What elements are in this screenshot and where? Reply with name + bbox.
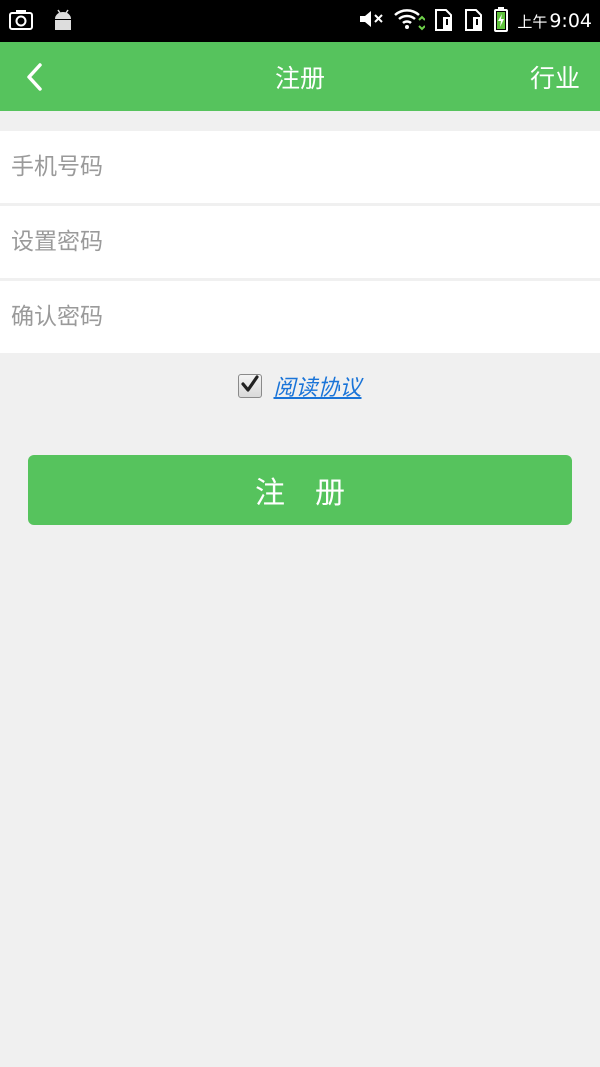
sim-card-1-icon [433,6,455,36]
industry-button[interactable]: 行业 [530,59,580,95]
app-bar: 注册 行业 [0,42,600,111]
phone-input[interactable] [11,154,571,180]
android-icon [50,7,76,37]
password-input[interactable] [11,229,571,255]
mute-icon [357,6,385,36]
sim-card-2-icon [463,6,485,36]
register-form [0,131,600,353]
battery-charging-icon [493,6,509,36]
screenshot-icon [8,7,34,37]
confirm-password-field [0,281,600,353]
status-clock: 上午 9:04 [517,10,592,32]
wifi-icon [393,6,427,36]
register-button[interactable]: 注 册 [28,455,572,525]
status-clock-ampm: 上午 [517,13,548,31]
agreement-row: 阅读协议 [0,370,600,402]
confirm-password-input[interactable] [11,304,571,330]
password-field [0,206,600,278]
phone-field [0,131,600,203]
read-agreement-link[interactable]: 阅读协议 [273,370,361,402]
checkmark-icon [240,374,260,398]
agreement-checkbox[interactable] [238,374,263,398]
status-bar: 上午 9:04 [0,0,600,42]
status-clock-time: 9:04 [549,10,592,32]
page-title: 注册 [274,64,325,93]
